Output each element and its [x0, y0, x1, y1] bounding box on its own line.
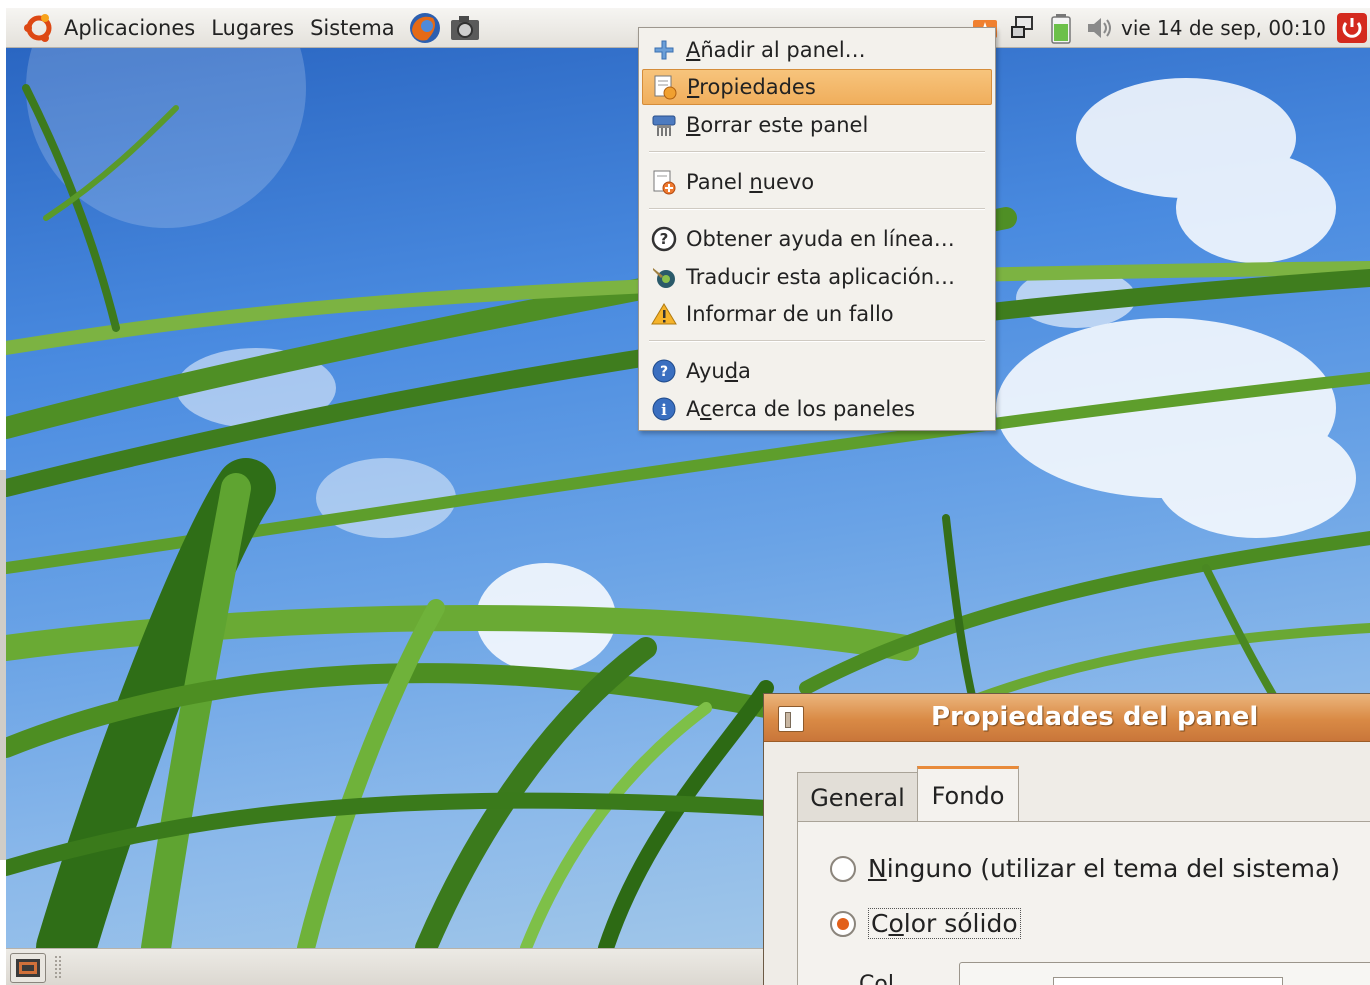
tab-general[interactable]: General: [797, 772, 918, 822]
ubuntu-logo-icon: [24, 13, 52, 42]
menu-item-ayuda[interactable]: ? Ayuda: [642, 353, 992, 389]
battery-icon[interactable]: [1045, 12, 1077, 44]
help-online-icon: ?: [650, 225, 678, 253]
svg-text:?: ?: [660, 230, 669, 248]
shredder-icon: [650, 111, 678, 139]
menu-lugares[interactable]: Lugares: [203, 8, 302, 47]
radio-color-solido[interactable]: Color sólido: [830, 908, 1021, 939]
window-menu-button[interactable]: [778, 706, 804, 732]
menu-item-label: Panel nuevo: [686, 170, 815, 194]
panel-context-menu: Añadir al panel… Propiedades Borrar este…: [638, 27, 996, 431]
network-icon[interactable]: [1007, 12, 1039, 44]
color-label: Col: [859, 972, 894, 985]
menu-item-anadir-al-panel[interactable]: Añadir al panel…: [642, 32, 992, 68]
radio-ninguno[interactable]: Ninguno (utilizar el tema del sistema): [830, 854, 1340, 883]
menu-aplicaciones-label: Aplicaciones: [64, 15, 196, 40]
tab-fondo[interactable]: Fondo: [917, 766, 1019, 822]
menu-item-label: Obtener ayuda en línea…: [686, 227, 955, 251]
menu-item-label: Propiedades: [687, 75, 816, 99]
plus-icon: [650, 36, 678, 64]
dialog-titlebar[interactable]: Propiedades del panel: [764, 694, 1370, 742]
menu-sistema-label: Sistema: [310, 15, 395, 40]
menu-item-traducir-esta-aplicacion[interactable]: Traducir esta aplicación…: [642, 259, 992, 295]
tab-content-fondo: [797, 821, 1370, 985]
translate-icon: [650, 263, 678, 291]
show-desktop-icon: [16, 959, 40, 977]
panel-drag-handle[interactable]: [54, 955, 62, 979]
menu-item-label: Ayuda: [686, 359, 751, 383]
menu-separator: [649, 340, 985, 342]
color-picker-button[interactable]: [959, 962, 1370, 985]
system-tray: vie 14 de sep, 00:10: [969, 8, 1370, 48]
color-swatch: [1053, 977, 1283, 985]
menu-item-label: Traducir esta aplicación…: [686, 265, 956, 289]
svg-text:i: i: [661, 401, 667, 419]
menu-item-label: Acerca de los paneles: [686, 397, 916, 421]
info-icon: i: [650, 395, 678, 423]
menu-item-borrar-este-panel[interactable]: Borrar este panel: [642, 107, 992, 143]
new-panel-icon: [650, 168, 678, 196]
firefox-icon[interactable]: [407, 10, 443, 46]
radio-color-solido-label: Color sólido: [868, 908, 1021, 939]
menu-sistema[interactable]: Sistema: [302, 8, 403, 47]
show-desktop-button[interactable]: [10, 953, 46, 983]
menu-item-label: Informar de un fallo: [686, 302, 894, 326]
menu-item-panel-nuevo[interactable]: Panel nuevo: [642, 164, 992, 200]
properties-icon: [651, 73, 679, 101]
volume-icon[interactable]: [1083, 12, 1115, 44]
power-icon[interactable]: [1336, 12, 1368, 44]
menu-item-propiedades[interactable]: Propiedades: [642, 69, 992, 105]
menu-item-informar-de-un-fallo[interactable]: Informar de un fallo: [642, 296, 992, 332]
radio-ninguno-label: Ninguno (utilizar el tema del sistema): [868, 854, 1341, 883]
panel-properties-dialog: Propiedades del panel General Fondo Ning…: [763, 693, 1370, 985]
clock-applet[interactable]: vie 14 de sep, 00:10: [1121, 16, 1326, 40]
help-icon: ?: [650, 357, 678, 385]
menu-aplicaciones[interactable]: Aplicaciones: [6, 8, 203, 47]
camera-icon[interactable]: [447, 10, 483, 46]
menu-lugares-label: Lugares: [211, 15, 295, 40]
menu-item-label: Borrar este panel: [686, 113, 869, 137]
menu-item-label: Añadir al panel…: [686, 38, 866, 62]
dialog-title: Propiedades del panel: [931, 702, 1259, 732]
svg-text:?: ?: [660, 364, 668, 380]
menu-separator: [649, 151, 985, 153]
menu-separator: [649, 208, 985, 210]
radio-ninguno-indicator[interactable]: [830, 855, 856, 882]
menu-item-obtener-ayuda-en-linea[interactable]: ? Obtener ayuda en línea…: [642, 221, 992, 257]
warning-icon: [650, 300, 678, 328]
radio-color-solido-indicator[interactable]: [830, 910, 856, 937]
menu-item-acerca-de-los-paneles[interactable]: i Acerca de los paneles: [642, 391, 992, 427]
